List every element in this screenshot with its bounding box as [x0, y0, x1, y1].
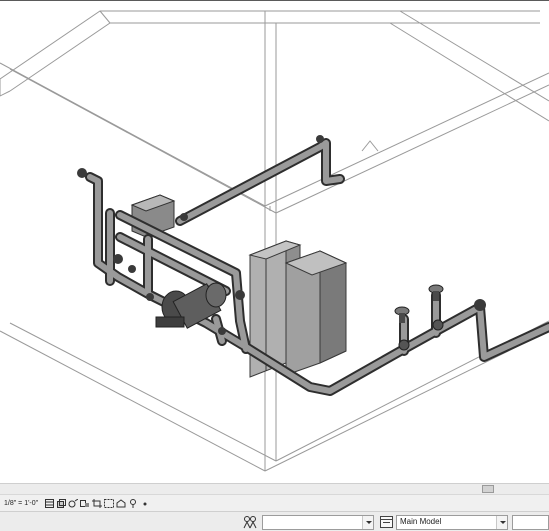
detail-level-icon[interactable] [44, 498, 54, 509]
editable-only-dropdown[interactable] [512, 515, 549, 530]
design-option-value: Main Model [400, 517, 442, 526]
scrollbar-thumb[interactable] [482, 485, 494, 493]
3d-view-canvas[interactable] [0, 1, 549, 483]
sun-path-icon[interactable] [68, 498, 79, 509]
horizontal-scrollbar[interactable] [0, 483, 549, 494]
temporary-hide-icon[interactable] [128, 498, 138, 509]
chevron-down-icon[interactable] [496, 516, 507, 529]
revit-view-window: 1/8" = 1'-0" Main Model [0, 0, 549, 531]
unlock-view-icon[interactable] [116, 498, 126, 509]
status-bar: Main Model [0, 511, 549, 531]
worksharing-icon[interactable] [243, 515, 257, 529]
visual-style-icon[interactable] [56, 498, 66, 509]
crop-view-icon[interactable] [92, 498, 103, 509]
view-scale[interactable]: 1/8" = 1'-0" [4, 500, 38, 507]
reveal-hidden-icon[interactable] [140, 498, 150, 509]
show-crop-icon[interactable] [104, 498, 115, 509]
design-option-dropdown[interactable]: Main Model [396, 515, 508, 530]
piping-model-drawing [0, 10, 549, 472]
design-option-icon[interactable] [380, 516, 393, 528]
workset-dropdown[interactable] [262, 515, 374, 530]
chevron-down-icon[interactable] [362, 516, 373, 529]
room-outline [0, 10, 549, 472]
shadows-icon[interactable] [80, 498, 90, 509]
view-control-bar: 1/8" = 1'-0" [0, 494, 549, 511]
